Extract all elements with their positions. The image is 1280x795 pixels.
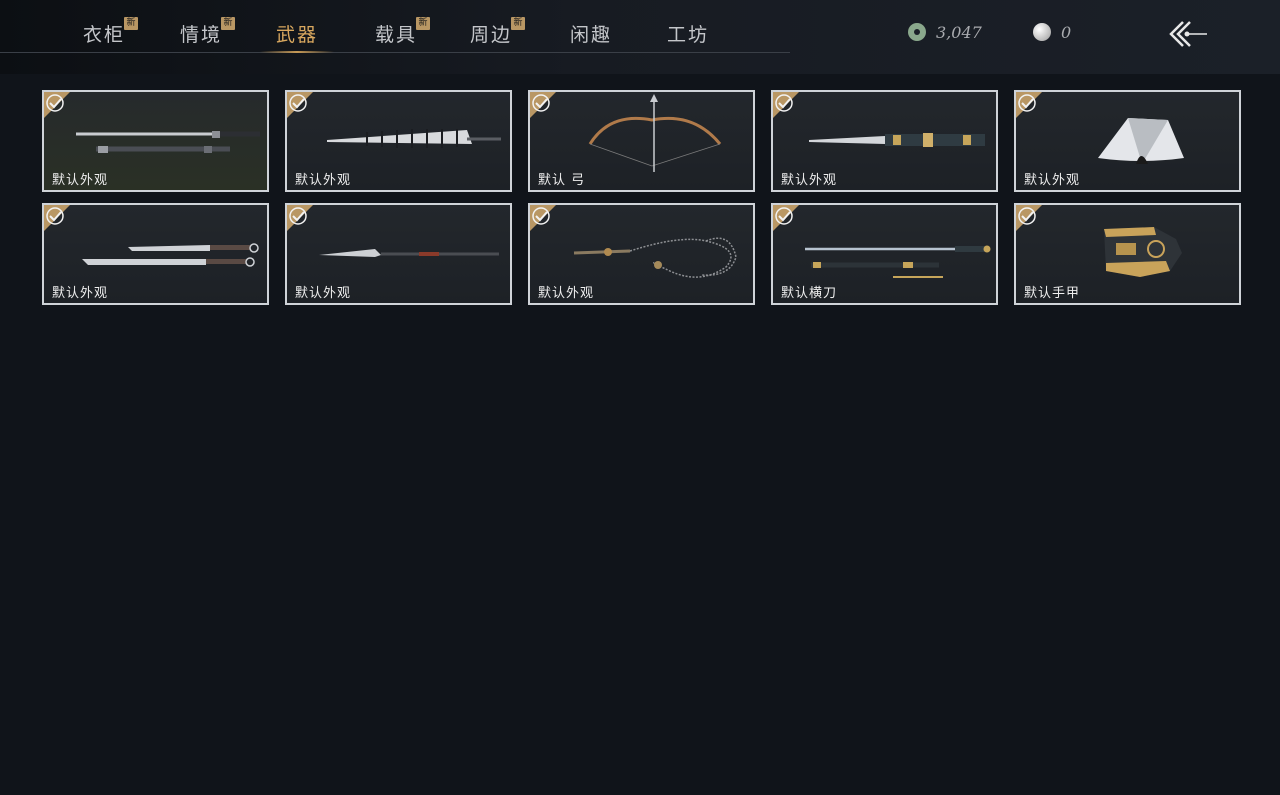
item-label: 默认外观 bbox=[295, 286, 352, 301]
item-label: 默认外观 bbox=[52, 173, 109, 188]
tab-label: 闲趣 bbox=[570, 24, 613, 46]
back-arrow-icon bbox=[1169, 21, 1207, 47]
active-tab-underline bbox=[260, 51, 335, 53]
folding-fan-icon bbox=[1098, 118, 1184, 164]
owned-check-icon bbox=[773, 205, 799, 231]
pearl-currency: 0 bbox=[1033, 20, 1071, 44]
rope-dart-icon bbox=[573, 237, 737, 278]
weapon-card[interactable]: 默认外观 bbox=[285, 90, 512, 192]
tab-label: 载具 bbox=[375, 24, 418, 46]
owned-check-icon bbox=[287, 92, 313, 118]
item-label: 默认 弓 bbox=[538, 173, 586, 188]
tab-label: 工坊 bbox=[667, 24, 710, 46]
tab-label: 周边 bbox=[470, 24, 513, 46]
tab-label: 情境 bbox=[180, 24, 223, 46]
jade-coin-icon bbox=[908, 23, 926, 41]
tab-leisure[interactable]: 闲趣 bbox=[570, 20, 612, 52]
top-bar: 衣柜 新 情境 新 武器 载具 新 周边 新 闲趣 工坊 3,047 0 bbox=[0, 0, 1280, 74]
weapon-card[interactable]: 默认外观 bbox=[771, 90, 998, 192]
new-badge: 新 bbox=[511, 17, 525, 30]
owned-check-icon bbox=[44, 205, 70, 231]
gauntlet-icon bbox=[1104, 227, 1182, 277]
tab-peripherals[interactable]: 周边 新 bbox=[470, 17, 525, 52]
item-label: 默认外观 bbox=[295, 173, 352, 188]
umbrella-icon bbox=[327, 129, 501, 148]
weapon-card[interactable]: 默认 弓 bbox=[528, 90, 755, 192]
tab-weapons[interactable]: 武器 bbox=[260, 20, 335, 53]
back-button[interactable] bbox=[1163, 14, 1215, 54]
owned-check-icon bbox=[1016, 92, 1042, 118]
new-badge: 新 bbox=[416, 17, 430, 30]
tab-scenes[interactable]: 情境 新 bbox=[180, 17, 235, 52]
weapon-card[interactable]: 默认外观 bbox=[285, 203, 512, 305]
twin-blades-icon bbox=[82, 243, 259, 267]
tab-wardrobe[interactable]: 衣柜 新 bbox=[83, 17, 138, 52]
new-badge: 新 bbox=[124, 17, 138, 30]
weapon-card[interactable]: 默认外观 bbox=[42, 203, 269, 305]
tab-label: 武器 bbox=[276, 24, 319, 46]
weapon-card[interactable]: 默认外观 bbox=[42, 90, 269, 192]
owned-check-icon bbox=[530, 205, 556, 231]
owned-check-icon bbox=[287, 205, 313, 231]
item-label: 默认手甲 bbox=[1024, 286, 1081, 301]
weapon-card[interactable]: 默认横刀 bbox=[771, 203, 998, 305]
pearl-icon bbox=[1033, 23, 1051, 41]
sword-and-scabbard-icon bbox=[76, 131, 260, 153]
pearl-amount: 0 bbox=[1061, 22, 1072, 42]
item-label: 默认外观 bbox=[1024, 173, 1081, 188]
item-label: 默认横刀 bbox=[781, 286, 838, 301]
owned-check-icon bbox=[773, 92, 799, 118]
ornate-blade-icon bbox=[809, 133, 985, 147]
tab-label: 衣柜 bbox=[83, 24, 126, 46]
jade-currency: 3,047 bbox=[908, 20, 982, 44]
weapon-card[interactable]: 默认手甲 bbox=[1014, 203, 1241, 305]
new-badge: 新 bbox=[221, 17, 235, 30]
bow-icon bbox=[588, 94, 722, 172]
category-tabs: 衣柜 新 情境 新 武器 载具 新 周边 新 闲趣 工坊 bbox=[0, 0, 790, 53]
tab-workshop[interactable]: 工坊 bbox=[667, 20, 709, 52]
tab-vehicles[interactable]: 载具 新 bbox=[375, 17, 430, 52]
owned-check-icon bbox=[44, 92, 70, 118]
item-label: 默认外观 bbox=[52, 286, 109, 301]
hengdao-sabre-icon bbox=[805, 245, 991, 278]
weapon-card[interactable]: 默认外观 bbox=[528, 203, 755, 305]
item-label: 默认外观 bbox=[538, 286, 595, 301]
item-label: 默认外观 bbox=[781, 173, 838, 188]
jade-amount: 3,047 bbox=[936, 22, 982, 42]
weapon-card[interactable]: 默认外观 bbox=[1014, 90, 1241, 192]
owned-check-icon bbox=[1016, 205, 1042, 231]
spear-icon bbox=[319, 249, 499, 257]
owned-check-icon bbox=[530, 92, 556, 118]
